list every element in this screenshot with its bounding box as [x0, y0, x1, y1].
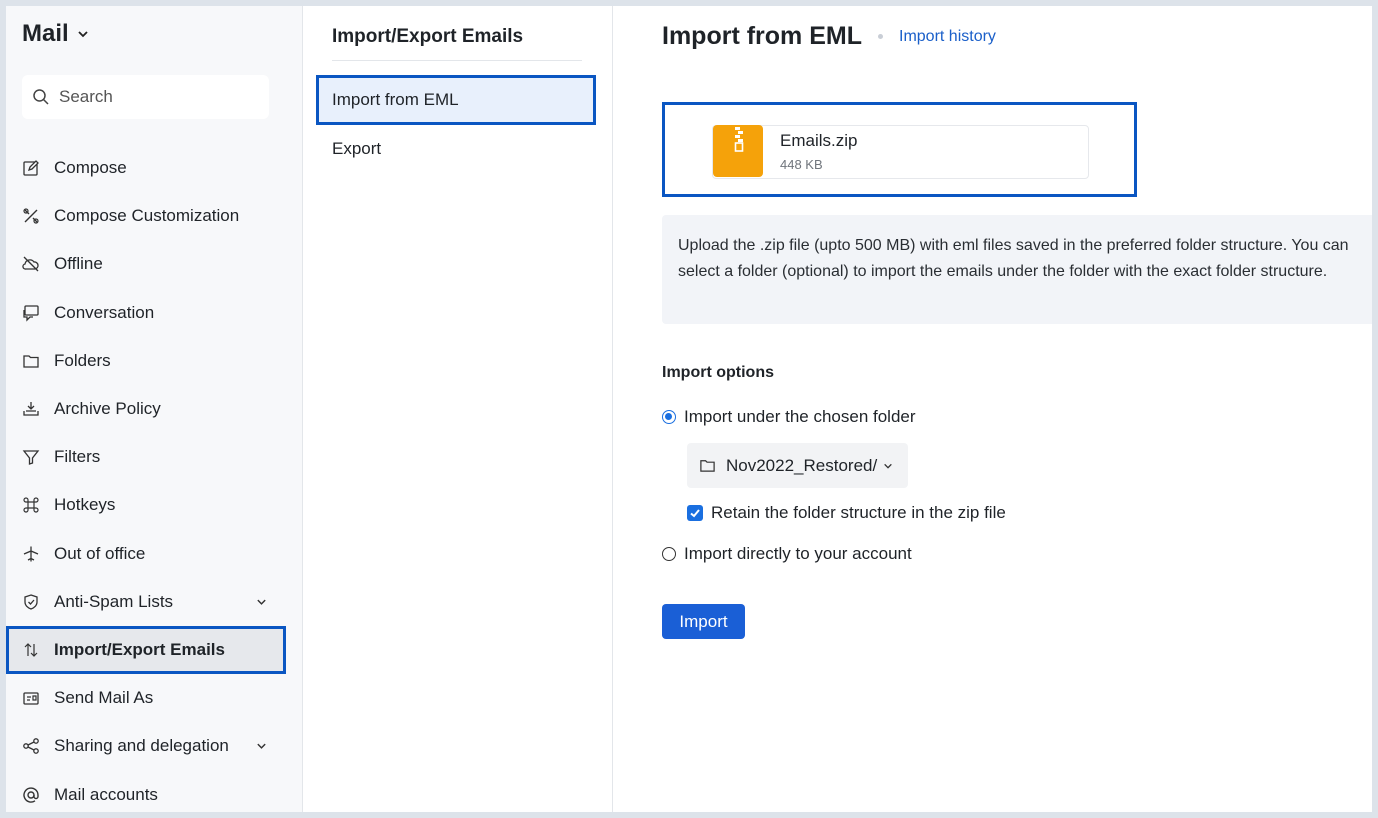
search-placeholder: Search: [59, 87, 113, 106]
divider: [332, 60, 582, 61]
search-input[interactable]: Search: [22, 75, 269, 119]
sidebar-item-compose[interactable]: Compose: [6, 144, 302, 192]
chevron-down-icon[interactable]: [256, 741, 267, 752]
file-name: Emails.zip: [780, 131, 858, 150]
zip-file-icon: [713, 125, 763, 177]
sidebar-item-compose-customization[interactable]: Compose Customization: [6, 192, 302, 240]
airplane-icon: [22, 545, 40, 563]
sidebar-item-import-export-emails[interactable]: Import/Export Emails: [6, 625, 286, 675]
conversation-icon: [22, 304, 40, 322]
sidebar-item-label: Conversation: [54, 302, 155, 322]
sidebar-item-label: Anti-Spam Lists: [54, 591, 174, 611]
sidebar-item-hotkeys[interactable]: Hotkeys: [6, 481, 302, 529]
archive-icon: [22, 400, 40, 418]
folder-select-dropdown[interactable]: Nov2022_Restored/: [687, 443, 908, 488]
search-icon: [33, 89, 49, 105]
shield-icon: [22, 593, 40, 611]
filter-icon: [22, 448, 40, 466]
submenu-item-export[interactable]: Export: [316, 124, 596, 174]
sidebar-item-label: Sharing and delegation: [54, 736, 229, 756]
radio-label: Import under the chosen folder: [684, 407, 916, 426]
sidebar-item-label: Filters: [54, 447, 101, 467]
customization-icon: [22, 207, 40, 225]
chevron-down-icon: [78, 31, 88, 38]
sidebar-item-send-mail-as[interactable]: Send Mail As: [6, 674, 302, 722]
page-title: Import from EML: [662, 22, 862, 50]
send-mail-as-icon: [22, 689, 40, 707]
radio-button[interactable]: [662, 547, 676, 561]
at-icon: [22, 786, 40, 804]
sidebar-item-label: Folders: [54, 350, 111, 370]
import-history-link[interactable]: Import history: [899, 28, 996, 46]
app-switcher[interactable]: Mail: [22, 20, 89, 48]
app-title: Mail: [22, 20, 69, 47]
compose-icon: [22, 159, 40, 177]
checkbox-checked[interactable]: [687, 505, 703, 521]
folder-icon: [22, 352, 40, 370]
import-export-icon: [22, 641, 40, 659]
sidebar-item-label: Archive Policy: [54, 399, 161, 419]
sidebar-item-label: Compose Customization: [54, 206, 240, 226]
page-header: Import from EML Import history: [662, 22, 996, 51]
radio-import-directly[interactable]: Import directly to your account: [662, 544, 912, 564]
sidebar-item-out-of-office[interactable]: Out of office: [6, 530, 302, 578]
separator-dot: [878, 34, 883, 39]
sidebar-item-mail-accounts[interactable]: Mail accounts: [6, 770, 302, 812]
settings-nav: Compose Compose Customization Offline Co…: [6, 144, 302, 812]
radio-label: Import directly to your account: [684, 544, 912, 563]
chevron-down-icon[interactable]: [256, 596, 267, 607]
uploaded-file-area: Emails.zip 448 KB: [662, 102, 1137, 197]
sidebar-item-label: Send Mail As: [54, 688, 154, 708]
share-icon: [22, 737, 40, 755]
sidebar-item-label: Import/Export Emails: [54, 639, 225, 659]
sidebar-item-conversation[interactable]: Conversation: [6, 289, 302, 337]
sidebar-item-label: Compose: [54, 158, 127, 178]
checkmark-icon: [690, 509, 700, 518]
import-button[interactable]: Import: [662, 604, 745, 639]
main-content: Import from EML Import history Emails.zi…: [613, 6, 1372, 812]
retain-structure-checkbox-row[interactable]: Retain the folder structure in the zip f…: [687, 503, 1006, 523]
submenu-title: Import/Export Emails: [332, 26, 524, 47]
chevron-down-icon: [884, 463, 893, 469]
sidebar-item-label: Offline: [54, 254, 103, 274]
submenu-panel: Import/Export Emails Import from EML Exp…: [303, 6, 613, 812]
upload-info-text: Upload the .zip file (upto 500 MB) with …: [662, 215, 1372, 324]
command-key-icon: [22, 496, 40, 514]
sidebar: Mail Search Compose Compose Customizatio…: [6, 6, 303, 812]
sidebar-item-filters[interactable]: Filters: [6, 433, 302, 481]
radio-import-chosen-folder[interactable]: Import under the chosen folder: [662, 407, 916, 427]
file-size: 448 KB: [780, 157, 823, 172]
sidebar-item-offline[interactable]: Offline: [6, 240, 302, 288]
sidebar-item-sharing-and-delegation[interactable]: Sharing and delegation: [6, 722, 302, 770]
sidebar-item-archive-policy[interactable]: Archive Policy: [6, 385, 302, 433]
selected-folder: Nov2022_Restored/: [726, 455, 878, 475]
sidebar-item-anti-spam-lists[interactable]: Anti-Spam Lists: [6, 578, 302, 626]
file-card[interactable]: Emails.zip 448 KB: [712, 125, 1089, 179]
sidebar-item-label: Out of office: [54, 543, 146, 563]
sidebar-item-folders[interactable]: Folders: [6, 337, 302, 385]
mail-settings-window: Mail Search Compose Compose Customizatio…: [6, 6, 1372, 812]
checkbox-label: Retain the folder structure in the zip f…: [711, 503, 1006, 522]
folder-icon: [700, 460, 715, 472]
sidebar-item-label: Mail accounts: [54, 784, 158, 804]
radio-button-selected[interactable]: [662, 410, 676, 424]
offline-icon: [22, 255, 40, 273]
submenu-item-import-from-eml[interactable]: Import from EML: [316, 75, 596, 125]
import-options-heading: Import options: [662, 364, 774, 381]
sidebar-item-label: Hotkeys: [54, 495, 116, 515]
